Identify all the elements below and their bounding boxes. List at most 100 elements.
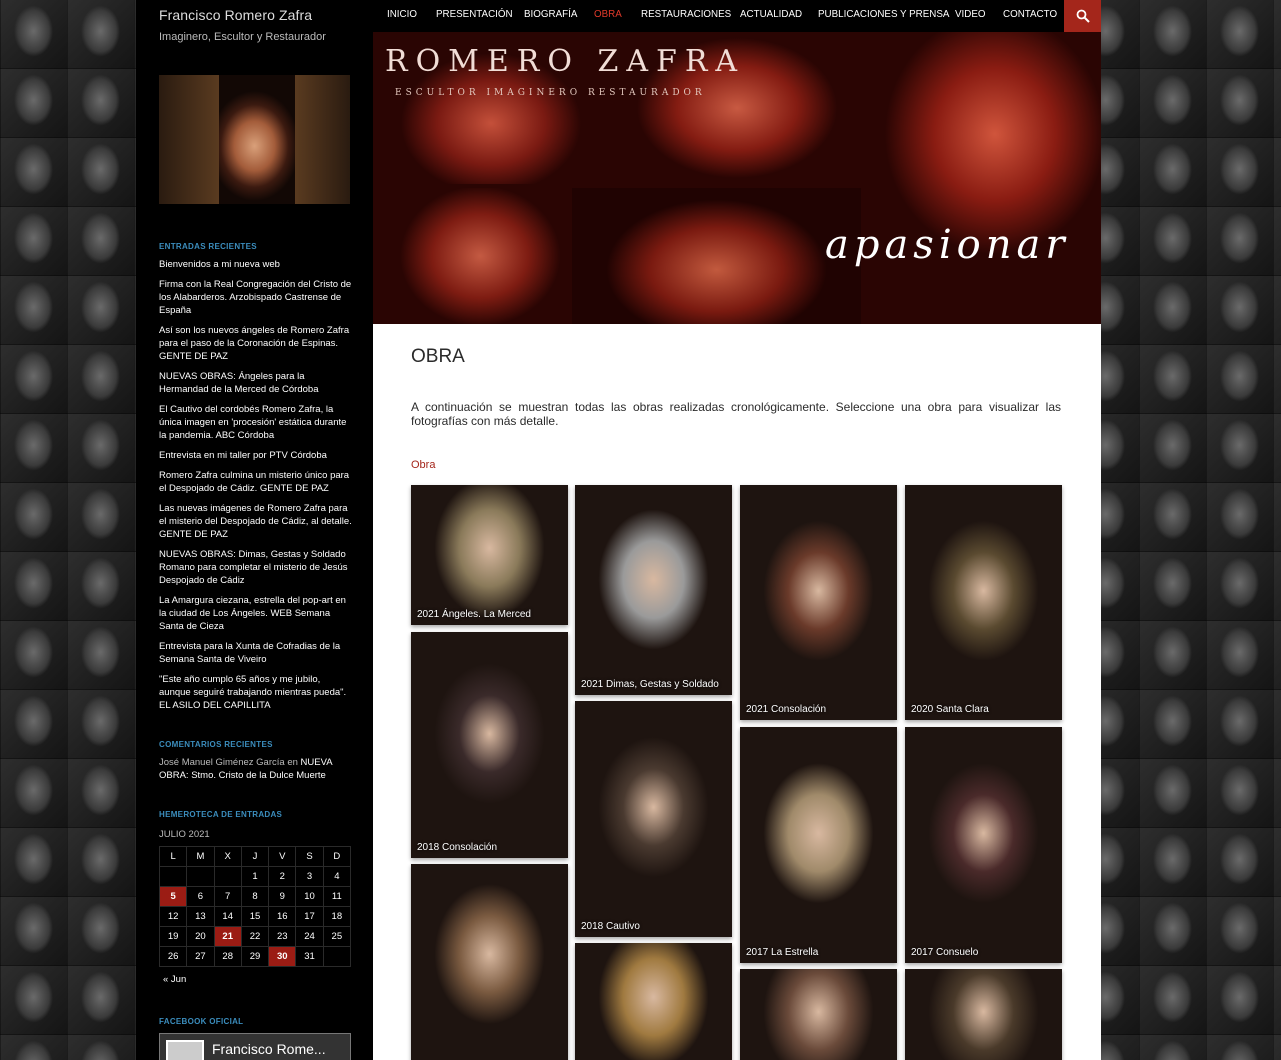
nav-item-video[interactable]: VIDEO [955, 9, 986, 20]
sidebar: Francisco Romero Zafra Imaginero, Escult… [136, 0, 373, 1060]
calendar-day-header: M [186, 846, 215, 867]
work-tile[interactable] [575, 943, 732, 1060]
calendar: LMXJVSD 1 2 3 4 5 6 7 8 9 10 11 12 13 14 15 16 17 18 19 20 2… [158, 846, 352, 967]
recent-post-link[interactable]: Bienvenidos a mi nueva web [159, 258, 354, 271]
recent-post-link[interactable]: Así son los nuevos ángeles de Romero Zaf… [159, 324, 354, 363]
archive-title: HEMEROTECA DE ENTRADAS [159, 810, 283, 819]
nav-item-contacto[interactable]: CONTACTO [1003, 9, 1057, 20]
calendar-day-header: X [213, 846, 242, 867]
banner-logo: ROMERO ZAFRA [385, 44, 746, 79]
work-tile[interactable]: 2018 Cautivo [575, 701, 732, 937]
calendar-day: 26 [158, 946, 188, 967]
recent-post-link[interactable]: La Amargura ciezana, estrella del pop-ar… [159, 594, 354, 633]
calendar-day: 2 [268, 866, 297, 887]
calendar-day: 23 [268, 926, 297, 947]
recent-post-link[interactable]: "Este año cumplo 65 años y me jubilo, au… [159, 673, 354, 712]
nav-item-presentacion[interactable]: PRESENTACIÓN [436, 9, 513, 20]
facebook-widget[interactable]: Francisco Rome... [159, 1033, 351, 1060]
header-banner: ROMERO ZAFRA ESCULTOR IMAGINERO RESTAURA… [373, 32, 1101, 324]
sidebar-photo [159, 75, 350, 204]
nav-item-biografia[interactable]: BIOGRAFÍA [524, 9, 577, 20]
nav-item-restauraciones[interactable]: RESTAURACIONES [641, 9, 731, 20]
recent-post-link[interactable]: Entrevista para la Xunta de Cofradias de… [159, 640, 354, 666]
recent-post-link[interactable]: Romero Zafra culmina un misterio único p… [159, 469, 354, 495]
calendar-day: 6 [186, 886, 215, 907]
intro-text: A continuación se muestran todas las obr… [411, 400, 1061, 428]
calendar-day: 12 [158, 906, 188, 927]
calendar-day [213, 866, 242, 887]
calendar-day: 8 [240, 886, 270, 907]
calendar-day: 24 [295, 926, 324, 947]
calendar-day: 28 [213, 946, 242, 967]
calendar-day: 22 [240, 926, 270, 947]
calendar-day-link[interactable]: 30 [268, 946, 297, 967]
calendar-day: 27 [186, 946, 215, 967]
calendar-day: 20 [186, 926, 215, 947]
recent-comment: José Manuel Giménez García en NUEVA OBRA… [159, 756, 354, 782]
calendar-day-header: S [295, 846, 324, 867]
calendar-day-link[interactable]: 21 [213, 926, 242, 947]
recent-post-link[interactable]: NUEVAS OBRAS: Dimas, Gestas y Soldado Ro… [159, 548, 354, 587]
calendar-day: 16 [268, 906, 297, 927]
site-description: Imaginero, Escultor y Restaurador [159, 31, 326, 43]
work-tile[interactable] [740, 969, 897, 1060]
calendar-day: 25 [322, 926, 352, 947]
calendar-day-header: D [322, 846, 352, 867]
comment-author: José Manuel Giménez García [159, 757, 285, 768]
search-button[interactable] [1064, 0, 1101, 32]
calendar-day: 31 [295, 946, 324, 967]
nav-item-obra[interactable]: OBRA [594, 9, 622, 20]
site-container: Francisco Romero Zafra Imaginero, Escult… [136, 0, 1101, 1060]
banner-word: apasionar [825, 222, 1070, 268]
calendar-day: 18 [322, 906, 352, 927]
recent-posts-list: Bienvenidos a mi nueva web Firma con la … [159, 258, 354, 719]
work-caption: 2020 Santa Clara [911, 704, 989, 715]
calendar-day-link[interactable]: 5 [158, 886, 188, 907]
banner-panel [572, 188, 861, 324]
work-tile[interactable]: 2021 Dimas, Gestas y Soldado [575, 485, 732, 695]
work-tile[interactable]: 2018 Consolación [411, 632, 568, 858]
calendar-day: 15 [240, 906, 270, 927]
calendar-day: 19 [158, 926, 188, 947]
calendar-day: 9 [268, 886, 297, 907]
work-tile[interactable]: 2020 Santa Clara [905, 485, 1062, 720]
calendar-caption: JULIO 2021 [159, 829, 210, 840]
recent-post-link[interactable]: El Cautivo del cordobés Romero Zafra, la… [159, 403, 354, 442]
work-tile[interactable]: 2021 Consolación [740, 485, 897, 720]
facebook-page-name[interactable]: Francisco Rome... [212, 1041, 326, 1057]
comment-connector: en [287, 757, 298, 768]
nav-item-actualidad[interactable]: ACTUALIDAD [740, 9, 802, 20]
calendar-day: 4 [322, 866, 352, 887]
calendar-day: 1 [240, 866, 270, 887]
calendar-day: 14 [213, 906, 242, 927]
calendar-day: 7 [213, 886, 242, 907]
work-tile[interactable] [411, 864, 568, 1060]
nav-item-publicaciones[interactable]: PUBLICACIONES Y PRENSA [818, 9, 949, 20]
calendar-day-header: V [268, 846, 297, 867]
recent-post-link[interactable]: Entrevista en mi taller por PTV Córdoba [159, 449, 354, 462]
calendar-day-header: L [158, 846, 188, 867]
recent-post-link[interactable]: Firma con la Real Congregación del Crist… [159, 278, 354, 317]
calendar-day [186, 866, 215, 887]
nav-item-inicio[interactable]: INICIO [387, 9, 417, 20]
work-tile[interactable] [905, 969, 1062, 1060]
work-tile[interactable]: 2017 La Estrella [740, 727, 897, 963]
facebook-title: FACEBOOK OFICIAL [159, 1017, 244, 1026]
work-caption: 2017 Consuelo [911, 947, 979, 958]
category-link[interactable]: Obra [411, 459, 435, 471]
calendar-day [322, 946, 352, 967]
page-title: OBRA [411, 346, 465, 367]
calendar-prev-link[interactable]: « Jun [163, 974, 186, 985]
calendar-day: 10 [295, 886, 324, 907]
avatar [166, 1040, 204, 1060]
recent-post-link[interactable]: NUEVAS OBRAS: Ángeles para la Hermandad … [159, 370, 354, 396]
site-title[interactable]: Francisco Romero Zafra [159, 7, 312, 23]
main-nav: INICIO PRESENTACIÓN BIOGRAFÍA OBRA RESTA… [373, 0, 1101, 32]
work-caption: 2021 Ángeles. La Merced [417, 609, 531, 620]
recent-post-link[interactable]: Las nuevas imágenes de Romero Zafra para… [159, 502, 354, 541]
work-tile[interactable]: 2017 Consuelo [905, 727, 1062, 963]
work-tile[interactable]: 2021 Ángeles. La Merced [411, 485, 568, 625]
banner-panel [865, 32, 1101, 324]
work-caption: 2021 Dimas, Gestas y Soldado [581, 679, 719, 690]
work-caption: 2017 La Estrella [746, 947, 819, 958]
